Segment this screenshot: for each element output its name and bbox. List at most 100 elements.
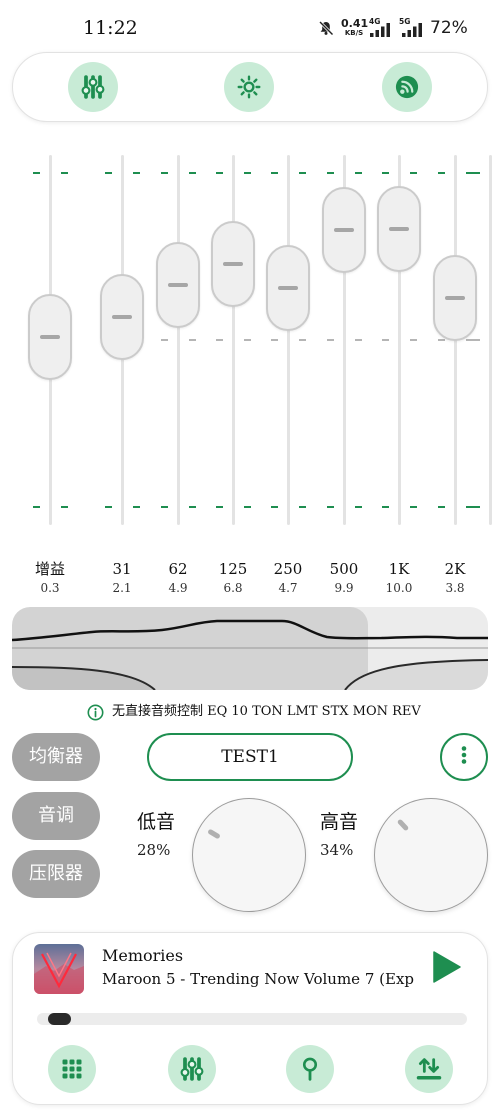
zero-tick: [409, 339, 417, 341]
zero-tick: [472, 339, 480, 341]
max-tick: [32, 172, 40, 174]
max-tick: [104, 172, 112, 174]
zero-tick: [270, 339, 278, 341]
min-tick: [104, 506, 112, 508]
knob-grip: [278, 285, 298, 290]
more-options-button[interactable]: [440, 733, 488, 781]
max-tick: [270, 172, 278, 174]
eq-slider-knob-31[interactable]: [100, 273, 144, 360]
zero-tick: [243, 339, 251, 341]
media-player-card: Memories Maroon 5 - Trending Now Volume …: [12, 932, 488, 1105]
play-icon[interactable]: [433, 951, 461, 983]
eq-track-62[interactable]: [176, 155, 180, 525]
max-tick: [472, 172, 480, 174]
treble-value: 34%: [320, 841, 354, 859]
zero-tick: [381, 339, 389, 341]
knob-indicator: [207, 828, 221, 840]
knob-grip: [445, 295, 465, 300]
zero-tick: [437, 339, 445, 341]
min-tick: [437, 506, 445, 508]
min-tick: [215, 506, 223, 508]
eq-slider-knob-2k[interactable]: [433, 254, 477, 341]
treble-label: 高音: [320, 811, 359, 833]
min-tick: [465, 506, 473, 508]
max-tick: [215, 172, 223, 174]
eq-slider-knob-gain[interactable]: [28, 293, 72, 380]
min-tick: [354, 506, 362, 508]
track-artist-album: Maroon 5 - Trending Now Volume 7 (Exp···: [102, 970, 414, 988]
zero-tick: [298, 339, 306, 341]
bass-value: 28%: [137, 841, 171, 859]
mode-equalizer-button[interactable]: 均衡器: [12, 733, 100, 781]
min-tick: [381, 506, 389, 508]
max-tick: [298, 172, 306, 174]
equalizer-icon[interactable]: [168, 1045, 216, 1093]
zero-tick: [215, 339, 223, 341]
album-art[interactable]: [34, 944, 84, 994]
info-icon: [87, 704, 104, 721]
eq-track-125[interactable]: [231, 155, 235, 525]
more-vertical-icon: [452, 743, 476, 771]
max-tick: [188, 172, 196, 174]
eq-band-value: 2.1: [112, 581, 132, 595]
frequency-response-curve: [12, 607, 488, 690]
knob-grip: [334, 227, 354, 232]
min-tick: [326, 506, 334, 508]
max-tick: [437, 172, 445, 174]
treble-knob[interactable]: [374, 798, 488, 912]
max-tick: [326, 172, 334, 174]
progress-thumb[interactable]: [48, 1013, 71, 1025]
zero-tick: [326, 339, 334, 341]
min-tick: [188, 506, 196, 508]
knob-indicator: [396, 818, 410, 832]
min-tick: [243, 506, 251, 508]
eq-slider-knob-250[interactable]: [266, 244, 310, 331]
import-export-icon[interactable]: [405, 1045, 453, 1093]
knob-grip: [112, 314, 132, 319]
eq-band-value: 10.0: [385, 581, 413, 595]
knob-grip: [40, 334, 60, 339]
eq-slider-knob-62[interactable]: [156, 242, 200, 329]
zero-tick: [188, 339, 196, 341]
max-tick: [60, 172, 68, 174]
min-tick: [472, 506, 480, 508]
min-tick: [60, 506, 68, 508]
eq-slider-knob-125[interactable]: [211, 221, 255, 308]
knob-grip: [168, 283, 188, 288]
min-tick: [32, 506, 40, 508]
apps-grid-icon[interactable]: [48, 1045, 96, 1093]
magnifier-icon[interactable]: [286, 1045, 334, 1093]
eq-band-label: 1K: [388, 560, 410, 578]
eq-band-label: 250: [273, 560, 303, 578]
max-tick: [243, 172, 251, 174]
mode-tone-button[interactable]: 音调: [12, 792, 100, 840]
zero-tick: [354, 339, 362, 341]
min-tick: [132, 506, 140, 508]
eq-track-partial[interactable]: [488, 155, 492, 525]
knob-grip: [389, 226, 409, 231]
min-tick: [298, 506, 306, 508]
preset-button[interactable]: TEST1: [147, 733, 353, 781]
eq-band-label: 增益: [34, 560, 65, 578]
min-tick: [270, 506, 278, 508]
min-tick: [409, 506, 417, 508]
playback-progress-bar[interactable]: [37, 1013, 467, 1025]
eq-slider-knob-1k[interactable]: [377, 185, 421, 272]
eq-band-label: 31: [112, 560, 132, 578]
eq-band-value: 0.3: [40, 581, 60, 595]
track-title: Memories: [102, 946, 184, 965]
max-tick: [132, 172, 140, 174]
max-tick: [160, 172, 168, 174]
min-tick: [160, 506, 168, 508]
capability-info: 无直接音频控制 EQ 10 TON LMT STX MON REV: [112, 704, 421, 719]
bass-label: 低音: [137, 811, 176, 833]
frequency-response-panel: [12, 607, 488, 690]
eq-band-value: 3.8: [445, 581, 465, 595]
eq-track-250[interactable]: [286, 155, 290, 525]
max-tick: [409, 172, 417, 174]
eq-slider-knob-500[interactable]: [322, 186, 366, 273]
zero-tick: [160, 339, 168, 341]
mode-limiter-button[interactable]: 压限器: [12, 850, 100, 898]
zero-tick: [465, 339, 473, 341]
bass-knob[interactable]: [192, 798, 306, 912]
